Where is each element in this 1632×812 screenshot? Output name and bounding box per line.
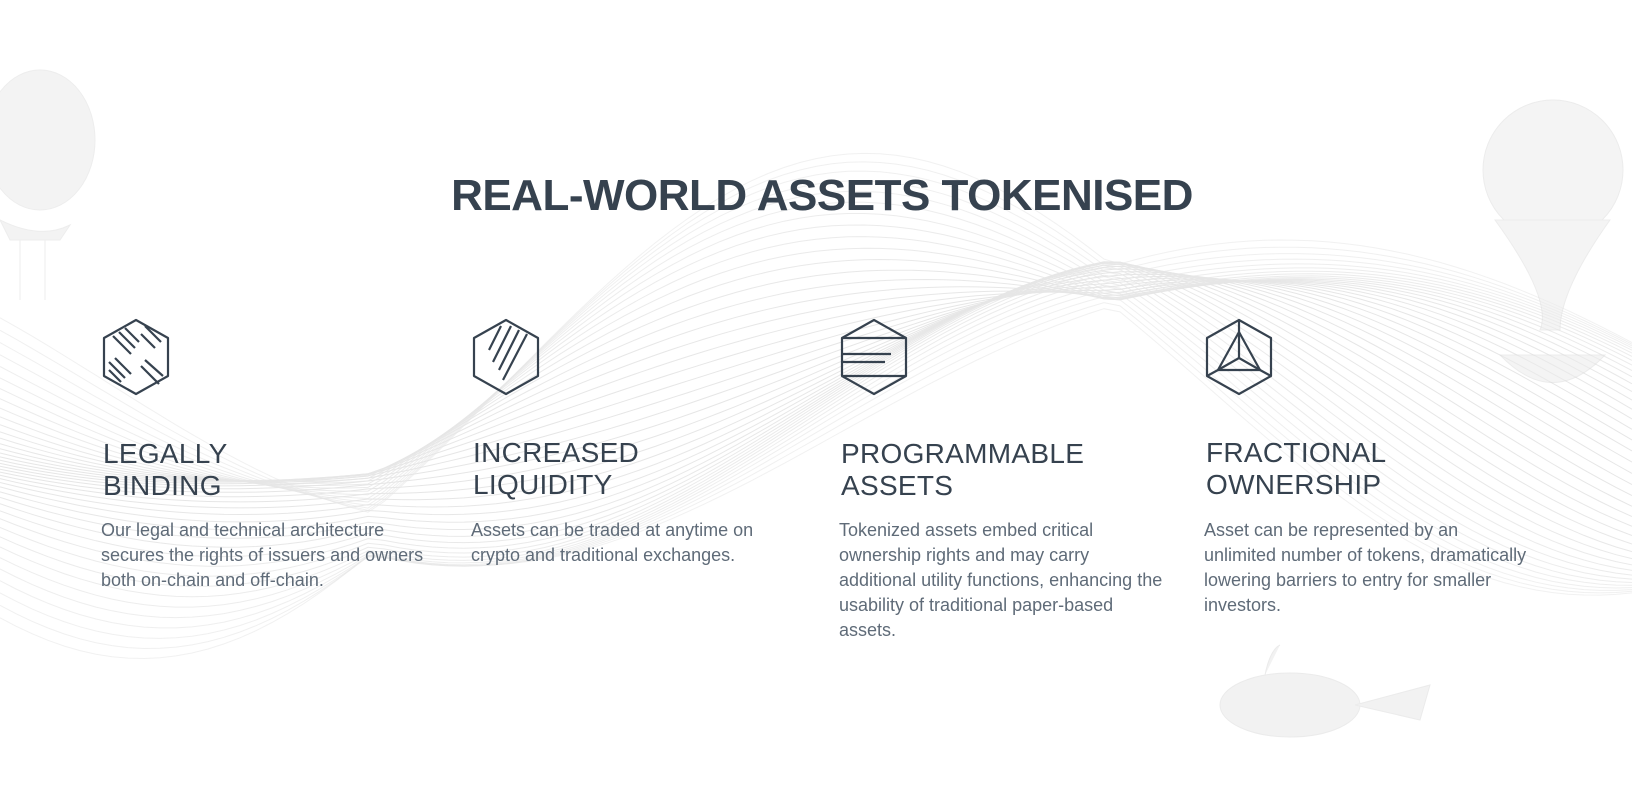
- feature-description: Our legal and technical architecture sec…: [101, 520, 424, 590]
- fish-illustration: [1219, 644, 1431, 738]
- feature-increased-liquidity: INCREASED LIQUIDITY Assets can be traded…: [471, 318, 811, 565]
- hexagon-horizontal-lines-icon: [840, 318, 908, 396]
- feature-heading: FRACTIONAL OWNERSHIP: [1206, 437, 1546, 501]
- feature-heading: PROGRAMMABLE ASSETS: [841, 438, 1181, 502]
- feature-heading-line1: FRACTIONAL: [1206, 437, 1387, 468]
- feature-fractional-ownership: FRACTIONAL OWNERSHIP Asset can be repres…: [1204, 318, 1544, 615]
- feature-heading-line1: INCREASED: [473, 437, 640, 468]
- hexagon-diagonal-lines-icon: [472, 318, 540, 396]
- feature-heading: INCREASED LIQUIDITY: [473, 437, 813, 501]
- feature-heading-line2: LIQUIDITY: [473, 469, 613, 500]
- feature-description: Asset can be represented by an unlimited…: [1204, 520, 1527, 615]
- feature-legally-binding: LEGALLY BINDING Our legal and technical …: [101, 318, 441, 590]
- feature-programmable-assets: PROGRAMMABLE ASSETS Tokenized assets emb…: [839, 318, 1179, 640]
- feature-heading-line1: PROGRAMMABLE: [841, 438, 1085, 469]
- feature-description: Assets can be traded at anytime on crypt…: [471, 520, 754, 565]
- feature-heading-line2: ASSETS: [841, 470, 954, 501]
- hexagon-diagonal-weave-icon: [102, 318, 170, 396]
- hexagon-triangle-cube-icon: [1205, 318, 1273, 396]
- feature-heading-line2: OWNERSHIP: [1206, 469, 1382, 500]
- feature-heading: LEGALLY BINDING: [103, 438, 443, 502]
- feature-heading-line2: BINDING: [103, 470, 222, 501]
- feature-description: Tokenized assets embed critical ownershi…: [839, 520, 1163, 640]
- page-title: REAL-WORLD ASSETS TOKENISED: [451, 171, 1193, 220]
- page: REAL-WORLD ASSETS TOKENISED LEGALLY BIND…: [0, 0, 1632, 812]
- feature-heading-line1: LEGALLY: [103, 438, 228, 469]
- background-wave-pattern: [0, 69, 1632, 738]
